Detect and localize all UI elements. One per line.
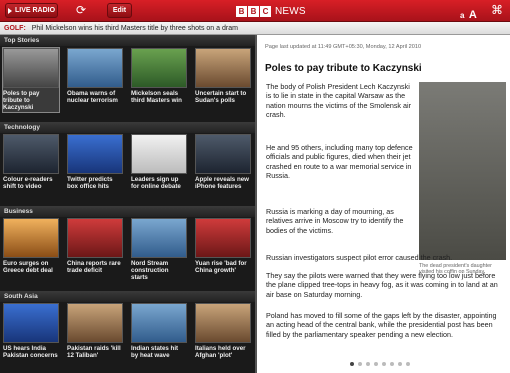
page-dot[interactable]: [398, 362, 402, 366]
story-tile[interactable]: Mickelson seals third Masters win: [131, 48, 187, 104]
story-thumbnail: [67, 218, 123, 258]
story-caption: Poles to pay tribute to Kaczynski: [3, 90, 40, 112]
story-thumbnail: [67, 48, 123, 88]
article-photo: [419, 82, 506, 260]
story-caption: Uncertain start to Sudan's polls: [195, 90, 247, 105]
story-caption: Nord Stream construction starts: [131, 260, 169, 282]
page-dot[interactable]: [358, 362, 362, 366]
news-ticker[interactable]: GOLF: Phil Mickelson wins his third Mast…: [0, 22, 510, 35]
share-icon[interactable]: ⌘: [491, 3, 503, 17]
page-dot[interactable]: [390, 362, 394, 366]
section-title: Technology: [0, 122, 255, 133]
story-tile[interactable]: China reports rare trade deficit: [67, 218, 123, 274]
story-tile[interactable]: Euro surges on Greece debt deal: [3, 218, 59, 274]
story-caption: Euro surges on Greece debt deal: [3, 260, 53, 275]
ticker-text: Phil Mickelson wins his third Masters ti…: [31, 25, 238, 32]
section-title: Business: [0, 206, 255, 217]
story-thumbnail: [131, 218, 187, 258]
page-dot[interactable]: [406, 362, 410, 366]
story-thumbnail: [131, 48, 187, 88]
article-paragraph: The body of Polish President Lech Kaczyn…: [266, 82, 412, 119]
section-title: South Asia: [0, 291, 255, 302]
story-tile[interactable]: Colour e-readers shift to video: [3, 134, 59, 190]
article-paragraph: Russia is marking a day of mourning, as …: [266, 207, 404, 235]
font-size-control[interactable]: a A: [460, 5, 477, 23]
page-dot[interactable]: [374, 362, 378, 366]
edit-label: Edit: [112, 7, 127, 14]
story-caption: Pakistan raids 'kill 12 Taliban': [67, 345, 121, 360]
story-thumbnail: [3, 48, 59, 88]
edit-button[interactable]: Edit: [107, 3, 132, 18]
story-caption: Apple reveals new iPhone features: [195, 176, 249, 191]
story-tile[interactable]: Leaders sign up for online debate: [131, 134, 187, 190]
story-tile[interactable]: Pakistan raids 'kill 12 Taliban': [67, 303, 123, 359]
ticker-label: GOLF:: [4, 25, 26, 32]
story-tile[interactable]: Indian states hit by heat wave: [131, 303, 187, 359]
logo-letter: B: [236, 5, 247, 17]
play-icon: [7, 7, 12, 14]
story-caption: China reports rare trade deficit: [67, 260, 121, 275]
story-thumbnail: [67, 134, 123, 174]
story-tile[interactable]: US hears India Pakistan concerns: [3, 303, 59, 359]
story-tile[interactable]: Nord Stream construction starts: [131, 218, 187, 282]
story-thumbnail: [3, 218, 59, 258]
article-paragraph: He and 95 others, including many top def…: [266, 143, 413, 180]
story-tile[interactable]: Yuan rise 'bad for China growth': [195, 218, 251, 274]
story-caption: Obama warns of nuclear terrorism: [67, 90, 118, 105]
logo-letter: C: [260, 5, 271, 17]
story-tile[interactable]: Poles to pay tribute to Kaczynski: [2, 47, 60, 113]
refresh-icon[interactable]: ⟳: [76, 4, 86, 16]
story-thumbnail: [195, 218, 251, 258]
story-caption: Leaders sign up for online debate: [131, 176, 181, 191]
story-thumbnail: [195, 48, 251, 88]
story-thumbnail: [195, 303, 251, 343]
article-meta: Page last updated at 11:49 GMT+05:30, Mo…: [265, 44, 422, 50]
story-caption: US hears India Pakistan concerns: [3, 345, 58, 360]
story-caption: Twitter predicts box office hits: [67, 176, 113, 191]
font-big-label: A: [468, 9, 477, 21]
page-dot[interactable]: [366, 362, 370, 366]
bbc-news-logo: B B C NEWS: [236, 5, 306, 17]
page-dot[interactable]: [350, 362, 354, 366]
live-radio-button[interactable]: LIVE RADIO: [5, 3, 58, 18]
story-tile[interactable]: Obama warns of nuclear terrorism: [67, 48, 123, 104]
logo-letter: B: [248, 5, 259, 17]
story-tile[interactable]: Twitter predicts box office hits: [67, 134, 123, 190]
live-radio-label: LIVE RADIO: [14, 7, 56, 14]
section-title: Top Stories: [0, 35, 255, 46]
article-paragraph: Poland has moved to fill some of the gap…: [266, 311, 497, 339]
story-caption: Colour e-readers shift to video: [3, 176, 53, 191]
story-tile[interactable]: Apple reveals new iPhone features: [195, 134, 251, 190]
font-small-label: a: [460, 11, 465, 20]
story-thumbnail: [3, 303, 59, 343]
article-panel[interactable]: Page last updated at 11:49 GMT+05:30, Mo…: [255, 35, 510, 373]
story-thumbnail: [131, 303, 187, 343]
story-caption: Italians held over Afghan 'plot': [195, 345, 246, 360]
top-bar: LIVE RADIO ⟳ Edit B B C NEWS a A ⌘: [0, 0, 510, 22]
article-headline: Poles to pay tribute to Kaczynski: [265, 63, 422, 74]
page-indicator[interactable]: [350, 362, 410, 366]
story-thumbnail: [131, 134, 187, 174]
story-tile[interactable]: Italians held over Afghan 'plot': [195, 303, 251, 359]
article-paragraph: They say the pilots were warned that the…: [266, 271, 498, 299]
page-dot[interactable]: [382, 362, 386, 366]
story-thumbnail: [195, 134, 251, 174]
story-thumbnail: [3, 134, 59, 174]
story-caption: Yuan rise 'bad for China growth': [195, 260, 247, 275]
story-caption: Mickelson seals third Masters win: [131, 90, 182, 105]
story-caption: Indian states hit by heat wave: [131, 345, 179, 360]
story-thumbnail: [67, 303, 123, 343]
story-tile[interactable]: Uncertain start to Sudan's polls: [195, 48, 251, 104]
logo-news-text: NEWS: [275, 5, 306, 17]
article-paragraph: Russian investigators suspect pilot erro…: [266, 253, 453, 262]
story-grid: Top Stories Poles to pay tribute to Kacz…: [0, 35, 255, 373]
